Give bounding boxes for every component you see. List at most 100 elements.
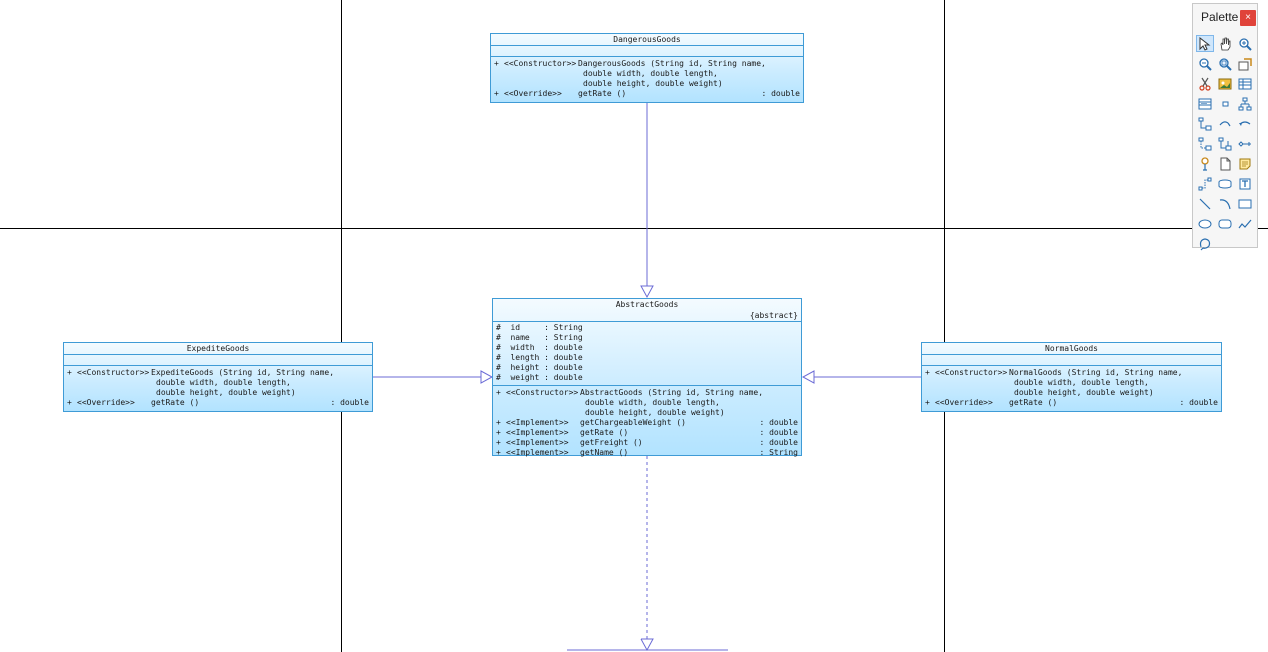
operation-signature: double width, double length, xyxy=(583,69,718,78)
realization-icon[interactable] xyxy=(1196,135,1214,152)
zoom-fit-icon[interactable] xyxy=(1216,55,1234,72)
operation-row: + <<Override>> getRate (): double xyxy=(494,89,800,99)
operation-row: + <<Constructor>> DangerousGoods (String i… xyxy=(494,59,800,69)
dependency-arrowhead xyxy=(640,638,654,652)
note-icon[interactable] xyxy=(1236,155,1254,172)
return-type: : double xyxy=(759,428,798,437)
visibility-marker: + xyxy=(496,388,501,397)
operation-row-continuation: double height, double weight) xyxy=(67,388,369,398)
dependency-icon[interactable] xyxy=(1236,115,1254,132)
palette-panel[interactable]: Palette × xyxy=(1192,3,1258,250)
operation-row: + <<Implement>> getChargeableWeight (): do… xyxy=(496,418,798,428)
visibility-marker: + xyxy=(925,368,930,377)
rectangle-icon[interactable] xyxy=(1236,195,1254,212)
small-box-icon[interactable] xyxy=(1216,95,1234,112)
operation-signature: double height, double weight) xyxy=(583,79,723,88)
properties-icon[interactable] xyxy=(1236,55,1254,72)
attribute-row: # width : double xyxy=(496,343,583,352)
visibility-marker: + xyxy=(67,368,72,377)
class-dangerous-goods[interactable]: DangerousGoods + <<Constructor>> Dangerous… xyxy=(490,33,804,103)
class-normal-goods[interactable]: NormalGoods + <<Constructor>> NormalGoods … xyxy=(921,342,1222,412)
operation-signature: getName () xyxy=(580,448,629,457)
abstract-stereotype: {abstract} xyxy=(749,311,798,320)
operation-row: + <<Implement>> getFreight (): double xyxy=(496,438,798,448)
operation-signature: double width, double length, xyxy=(585,398,720,407)
return-type: : double xyxy=(759,438,798,447)
palette-title: Palette xyxy=(1201,10,1239,24)
class-expedite-goods[interactable]: ExpediteGoods + <<Constructor>> ExpediteGo… xyxy=(63,342,373,412)
generalization-arrowhead-right xyxy=(801,370,815,384)
return-type: : double xyxy=(759,418,798,427)
operation-signature: AbstractGoods (String id, String name, xyxy=(580,388,764,397)
operation-row-continuation: double width, double length, xyxy=(494,69,800,79)
attribute-row: # id : String xyxy=(496,323,583,332)
zoom-in-icon[interactable] xyxy=(1236,35,1254,52)
class-abstract-goods[interactable]: AbstractGoods {abstract} # id : String # … xyxy=(492,298,802,459)
rounded-rect-icon[interactable] xyxy=(1216,215,1234,232)
operation-signature: NormalGoods (String id, String name, xyxy=(1009,368,1183,377)
return-type: : double xyxy=(330,398,369,407)
visibility-marker: + xyxy=(67,398,72,407)
operation-stereotype: <<Constructor>> xyxy=(506,388,579,397)
operation-row-continuation: double height, double weight) xyxy=(494,79,800,89)
freehand-icon[interactable] xyxy=(1236,215,1254,232)
association-icon[interactable] xyxy=(1216,115,1234,132)
select-tool-icon[interactable] xyxy=(1196,35,1214,52)
class-name: NormalGoods xyxy=(922,343,1221,355)
operation-signature: getRate () xyxy=(151,398,200,407)
operation-stereotype: <<Implement>> xyxy=(506,438,569,447)
attribute-row: # weight : double xyxy=(496,373,583,382)
operation-row-continuation: double height, double weight) xyxy=(496,408,798,418)
palette-close-button[interactable]: × xyxy=(1240,10,1256,26)
attribute-row: # height : double xyxy=(496,363,583,372)
visibility-marker: + xyxy=(925,398,930,407)
operation-stereotype: <<Constructor>> xyxy=(935,368,1008,377)
operation-signature: double height, double weight) xyxy=(1014,388,1154,397)
generalization-icon[interactable] xyxy=(1196,115,1214,132)
operation-stereotype: <<Override>> xyxy=(77,398,135,407)
operation-row: + <<Constructor>> AbstractGoods (String id… xyxy=(496,388,798,398)
operation-signature: double width, double length, xyxy=(156,378,291,387)
hierarchy-icon[interactable] xyxy=(1236,95,1254,112)
ellipse-icon[interactable] xyxy=(1196,215,1214,232)
pan-tool-icon[interactable] xyxy=(1216,35,1234,52)
interface-icon[interactable] xyxy=(1196,155,1214,172)
aggregation-icon[interactable] xyxy=(1236,135,1254,152)
operation-stereotype: <<Implement>> xyxy=(506,448,569,457)
operation-compartment: + <<Constructor>> AbstractGoods (String id… xyxy=(493,386,801,459)
document-icon[interactable] xyxy=(1216,155,1234,172)
return-type: : String xyxy=(759,448,798,457)
operation-stereotype: <<Override>> xyxy=(504,89,562,98)
connector-icon[interactable] xyxy=(1196,175,1214,192)
text-icon[interactable] xyxy=(1236,175,1254,192)
attribute-compartment: # id : String # name : String # width : do… xyxy=(493,322,801,386)
return-type: : double xyxy=(1179,398,1218,407)
arc-icon[interactable] xyxy=(1216,195,1234,212)
class-name: ExpediteGoods xyxy=(64,343,372,355)
table-icon[interactable] xyxy=(1236,75,1254,92)
lasso-icon[interactable] xyxy=(1196,235,1214,252)
operation-row: + <<Override>> getRate () : double xyxy=(925,398,1218,408)
attribute-compartment xyxy=(922,355,1221,366)
operation-row-continuation: double width, double length, xyxy=(496,398,798,408)
operation-compartment: + <<Constructor>> NormalGoods (String id, … xyxy=(922,366,1221,409)
operation-stereotype: <<Override>> xyxy=(935,398,993,407)
operation-signature: double width, double length, xyxy=(1014,378,1149,387)
visibility-marker: + xyxy=(496,438,501,447)
operation-row-continuation: double width, double length, xyxy=(925,378,1218,388)
line-icon[interactable] xyxy=(1196,195,1214,212)
composition-icon[interactable] xyxy=(1216,135,1234,152)
visibility-marker: + xyxy=(496,448,501,457)
operation-row: + <<Implement>> getName () : String xyxy=(496,448,798,458)
visibility-marker: + xyxy=(494,59,499,68)
cylinder-icon[interactable] xyxy=(1216,175,1234,192)
class-icon[interactable] xyxy=(1196,95,1214,112)
operation-signature: getRate () xyxy=(1009,398,1058,407)
operation-row: + <<Constructor>> NormalGoods (String id, … xyxy=(925,368,1218,378)
cut-icon[interactable] xyxy=(1196,75,1214,92)
visibility-marker: + xyxy=(496,428,501,437)
image-icon[interactable] xyxy=(1216,75,1234,92)
attribute-compartment xyxy=(491,46,803,57)
operation-signature: ExpediteGoods (String id, String name, xyxy=(151,368,335,377)
zoom-out-icon[interactable] xyxy=(1196,55,1214,72)
